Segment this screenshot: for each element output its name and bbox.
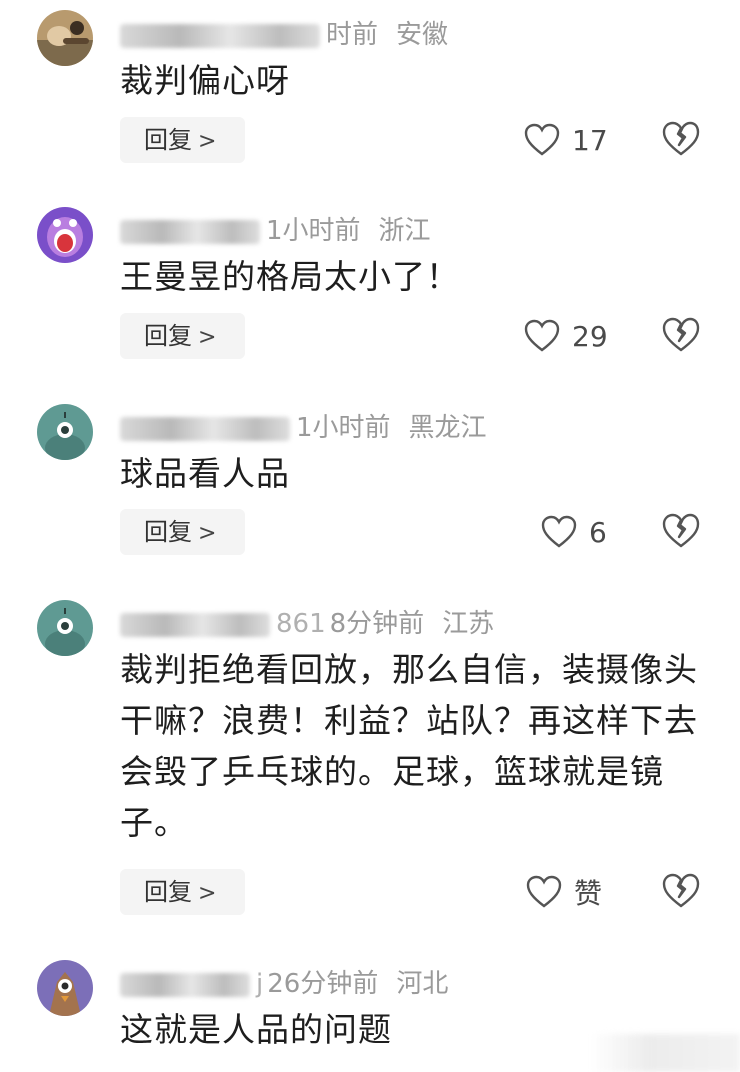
comment-text: 球品看人品	[120, 454, 290, 493]
like-button[interactable]: 赞	[526, 869, 602, 915]
reply-button[interactable]: 回复 >	[120, 869, 245, 915]
avatar[interactable]	[37, 207, 93, 263]
chevron-right-icon: >	[198, 325, 217, 350]
dislike-button[interactable]	[662, 317, 700, 353]
comment-text: 王曼昱的格局太小了！	[120, 257, 460, 296]
reply-label: 回复	[144, 878, 192, 906]
heart-outline-icon	[524, 319, 560, 352]
avatar[interactable]	[37, 404, 93, 460]
cartoon-owl-avatar-icon	[37, 960, 93, 1016]
avatar[interactable]	[37, 960, 93, 1016]
comment-time: 1小时前	[296, 413, 391, 443]
like-label: 赞	[574, 877, 603, 910]
reply-label: 回复	[144, 322, 192, 350]
like-count: 29	[572, 319, 608, 353]
comment-region: 河北	[396, 969, 449, 999]
comment-meta: 861 8分钟前 江苏	[120, 603, 494, 640]
default-avatar-icon	[37, 404, 93, 460]
avatar[interactable]	[37, 600, 93, 656]
username-fragment: 861	[276, 609, 326, 639]
broken-heart-icon	[662, 121, 700, 156]
comment-text: 裁判拒绝看回放，那么自信，装摄像头干嘛？浪费！利益？站队？再这样下去会毁了乒乓球…	[120, 650, 698, 842]
comment-region: 黑龙江	[408, 413, 487, 443]
like-button[interactable]: 17	[524, 117, 608, 163]
cartoon-monster-avatar-icon	[37, 207, 93, 263]
like-count: 17	[572, 123, 608, 157]
comment-meta: 1小时前 黑龙江	[120, 407, 487, 444]
dislike-button[interactable]	[662, 513, 700, 549]
username-fragment: j	[256, 969, 264, 999]
broken-heart-icon	[662, 873, 700, 908]
username-blur	[120, 972, 250, 997]
default-avatar-icon	[37, 600, 93, 656]
chevron-right-icon: >	[198, 129, 217, 154]
watermark-blur	[590, 1034, 740, 1072]
broken-heart-icon	[662, 513, 700, 548]
dislike-button[interactable]	[662, 121, 700, 157]
heart-outline-icon	[526, 875, 562, 908]
chevron-right-icon: >	[198, 881, 217, 906]
reply-label: 回复	[144, 126, 192, 154]
comment-time: 时前	[326, 20, 379, 50]
reply-button[interactable]: 回复 >	[120, 117, 245, 163]
comment-meta: 时前 安徽	[120, 14, 448, 51]
reply-button[interactable]: 回复 >	[120, 313, 245, 359]
username-blur	[120, 219, 260, 244]
username-blur	[120, 612, 270, 637]
reply-label: 回复	[144, 518, 192, 546]
comment-region: 江苏	[442, 609, 495, 639]
like-button[interactable]: 6	[541, 509, 607, 555]
comment-time: 1小时前	[266, 216, 361, 246]
chevron-right-icon: >	[198, 521, 217, 546]
comment-region: 浙江	[378, 216, 431, 246]
dislike-button[interactable]	[662, 873, 700, 909]
comment-region: 安徽	[396, 20, 449, 50]
username-blur	[120, 23, 320, 48]
avatar[interactable]	[37, 10, 93, 66]
comment-time: 8分钟前	[329, 609, 425, 639]
heart-outline-icon	[541, 515, 577, 548]
broken-heart-icon	[662, 317, 700, 352]
heart-outline-icon	[524, 123, 560, 156]
like-button[interactable]: 29	[524, 313, 608, 359]
username-blur	[120, 416, 290, 441]
comment-meta: j 26分钟前 河北	[120, 963, 448, 1000]
avatar-photo-icon	[37, 10, 93, 66]
comment-meta: 1小时前 浙江	[120, 210, 431, 247]
comment-text: 裁判偏心呀	[120, 61, 290, 100]
reply-button[interactable]: 回复 >	[120, 509, 245, 555]
comment-time: 26分钟前	[267, 969, 379, 999]
like-count: 6	[589, 515, 607, 549]
